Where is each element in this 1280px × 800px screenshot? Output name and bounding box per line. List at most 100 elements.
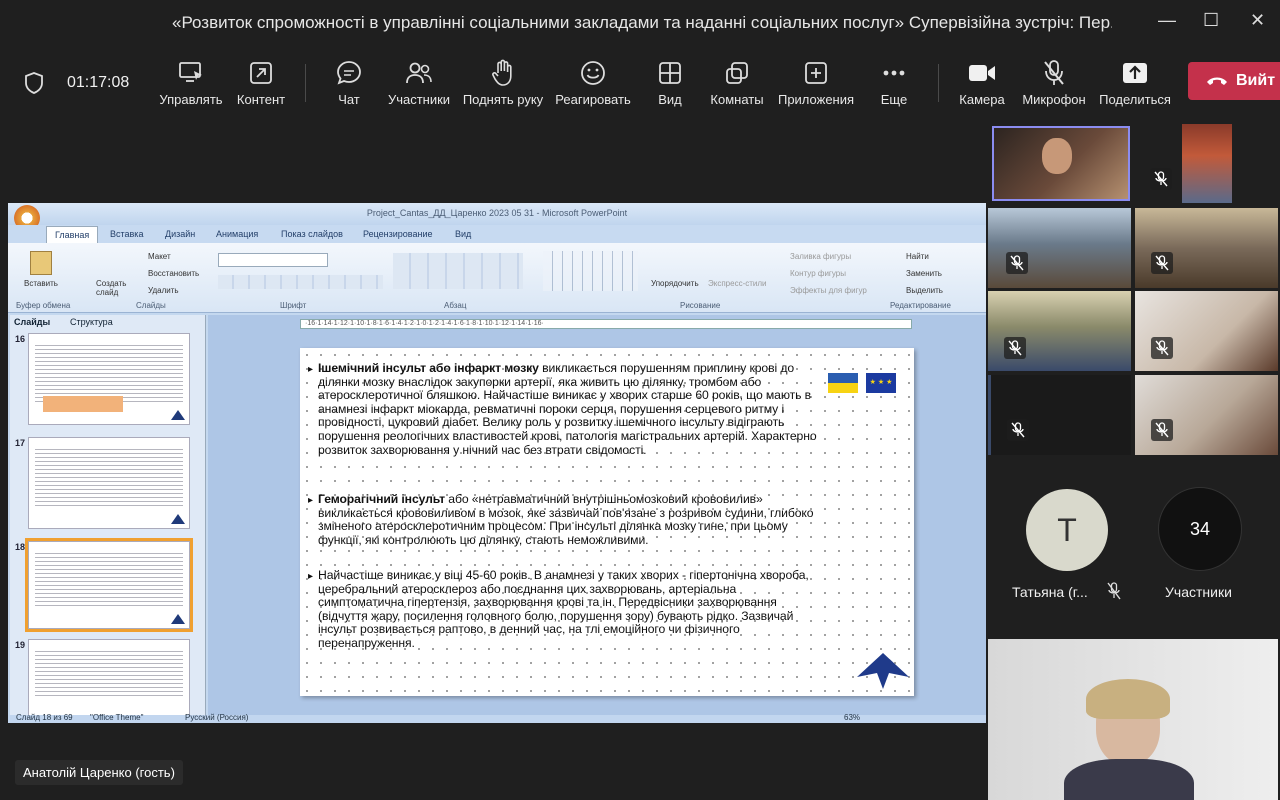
shape-outline-button[interactable]: Контур фигуры xyxy=(790,269,846,278)
mic-off-icon xyxy=(1151,337,1173,359)
content-button[interactable]: Контент xyxy=(216,58,306,107)
participant-count-badge[interactable]: 34 xyxy=(1158,487,1242,571)
video-tile[interactable] xyxy=(988,208,1131,288)
slide-counter: Слайд 18 из 69 xyxy=(16,713,73,722)
slide-thumbnail[interactable]: 19 xyxy=(15,639,190,719)
tab-home[interactable]: Главная xyxy=(46,226,99,243)
apps-label: Приложения xyxy=(777,92,855,107)
new-slide-button[interactable]: Создать слайд xyxy=(96,279,132,297)
quick-styles-button[interactable]: Экспресс-стили xyxy=(708,279,767,288)
zoom-level[interactable]: 63% xyxy=(844,713,860,722)
eu-flag-icon: ★ ★ ★ xyxy=(866,373,896,393)
participants-count-label: Участники xyxy=(1165,584,1232,600)
font-select[interactable] xyxy=(218,253,328,267)
rooms-icon xyxy=(726,62,748,84)
tab-view[interactable]: Вид xyxy=(455,229,471,239)
group-editing: Редактирование xyxy=(890,301,951,310)
mic-off-icon xyxy=(1151,252,1173,274)
group-slides: Слайды xyxy=(136,301,166,310)
find-button[interactable]: Найти xyxy=(906,252,929,261)
bullet: ▸ xyxy=(308,571,314,582)
paste-button[interactable]: Вставить xyxy=(24,279,58,288)
status-bar: Слайд 18 из 69 "Office Theme" Русский (Р… xyxy=(8,713,986,723)
share-up-icon xyxy=(1123,63,1147,83)
ribbon-tabs: Главная Вставка Дизайн Анимация Показ сл… xyxy=(8,225,986,243)
camera-icon xyxy=(969,65,995,81)
people-icon xyxy=(406,62,432,84)
video-tile[interactable] xyxy=(1135,208,1278,288)
replace-button[interactable]: Заменить xyxy=(906,269,942,278)
leave-button[interactable]: Вийт xyxy=(1188,62,1280,100)
participants-button[interactable]: Участники xyxy=(374,58,464,107)
video-tile[interactable] xyxy=(1182,124,1232,203)
control-label: Управлять xyxy=(159,92,223,107)
slide-thumbnail-selected[interactable]: 18 xyxy=(15,538,193,632)
microphone-button[interactable]: Микрофон xyxy=(1009,58,1099,107)
leave-label: Вийт xyxy=(1236,72,1276,89)
theme-name: "Office Theme" xyxy=(90,713,144,722)
mic-off-icon xyxy=(1007,419,1029,441)
raise-hand-button[interactable]: Поднять руку xyxy=(458,58,548,107)
paste-icon xyxy=(30,251,52,275)
shape-effects-button[interactable]: Эффекты для фигур xyxy=(790,286,867,295)
meeting-timer: 01:17:08 xyxy=(67,74,130,91)
self-view-video[interactable] xyxy=(988,639,1278,800)
slide-canvas: ▸ Ішемічний інсульт або інфаркт мозку ви… xyxy=(300,348,914,696)
rooms-button[interactable]: Комнаты xyxy=(692,58,782,107)
grid-icon xyxy=(659,62,681,84)
rooms-label: Комнаты xyxy=(710,92,764,107)
tab-outline[interactable]: Структура xyxy=(70,317,113,327)
slide-paragraph-1: Ішемічний інсульт або інфаркт мозку викл… xyxy=(318,361,817,457)
tab-slideshow[interactable]: Показ слайдов xyxy=(281,229,343,239)
shape-fill-button[interactable]: Заливка фигуры xyxy=(790,252,851,261)
participant-name: Татьяна (г... xyxy=(1012,584,1088,600)
tab-review[interactable]: Рецензирование xyxy=(363,229,433,239)
share-button[interactable]: Поделиться xyxy=(1090,58,1180,107)
font-format-buttons[interactable] xyxy=(218,275,383,289)
content-label: Контент xyxy=(236,92,286,107)
hemorrhagic-stroke-heading: Геморагічний інсульт xyxy=(318,492,445,506)
share-content-icon xyxy=(250,62,272,84)
apps-button[interactable]: Приложения xyxy=(771,58,861,107)
layout-button[interactable]: Макет xyxy=(148,252,171,261)
arrange-button[interactable]: Упорядочить xyxy=(651,279,699,288)
tab-insert[interactable]: Вставка xyxy=(110,229,143,239)
paragraph-buttons[interactable] xyxy=(393,253,523,289)
select-button[interactable]: Выделить xyxy=(906,286,943,295)
mic-off-icon xyxy=(1006,252,1028,274)
mic-off-icon xyxy=(1044,60,1064,85)
video-tile[interactable] xyxy=(1135,291,1278,371)
delete-button[interactable]: Удалить xyxy=(148,286,179,295)
view-label: Вид xyxy=(658,92,682,107)
monitor-cursor-icon xyxy=(179,62,202,82)
more-label: Еще xyxy=(880,92,908,107)
arrow-up-icon xyxy=(857,653,909,689)
ruler: ·16·1·14·1·12·1·10·1·8·1·6·1·4·1·2·1·0·1… xyxy=(300,319,912,329)
tab-slides[interactable]: Слайды xyxy=(14,317,50,327)
video-tile[interactable] xyxy=(988,291,1131,371)
ischemic-stroke-heading: Ішемічний інсульт або інфаркт мозку xyxy=(318,361,539,375)
camera-label: Камера xyxy=(959,92,1005,107)
slide-thumbnail[interactable]: 16 xyxy=(15,333,190,425)
bullet: ▸ xyxy=(308,364,314,375)
minimize-icon[interactable]: — xyxy=(1158,10,1176,31)
more-button[interactable]: Еще xyxy=(849,58,939,107)
maximize-icon[interactable]: ☐ xyxy=(1203,10,1219,31)
chat-icon xyxy=(337,61,361,85)
shapes-gallery[interactable] xyxy=(543,251,638,291)
slide-thumbnail[interactable]: 17 xyxy=(15,437,190,529)
group-clipboard: Буфер обмена xyxy=(16,301,71,310)
mic-off-icon xyxy=(1150,168,1172,190)
shield-icon[interactable] xyxy=(24,72,44,94)
language: Русский (Россия) xyxy=(185,713,249,722)
group-paragraph: Абзац xyxy=(444,301,467,310)
video-tile[interactable] xyxy=(988,375,1131,455)
close-icon[interactable]: ✕ xyxy=(1250,10,1265,31)
tab-animation[interactable]: Анимация xyxy=(216,229,258,239)
video-tile-active-speaker[interactable] xyxy=(992,126,1130,201)
video-tile[interactable] xyxy=(1135,375,1278,455)
tab-design[interactable]: Дизайн xyxy=(165,229,195,239)
reset-button[interactable]: Восстановить xyxy=(148,269,199,278)
microphone-label: Микрофон xyxy=(1022,92,1086,107)
avatar[interactable]: Т xyxy=(1026,489,1108,571)
